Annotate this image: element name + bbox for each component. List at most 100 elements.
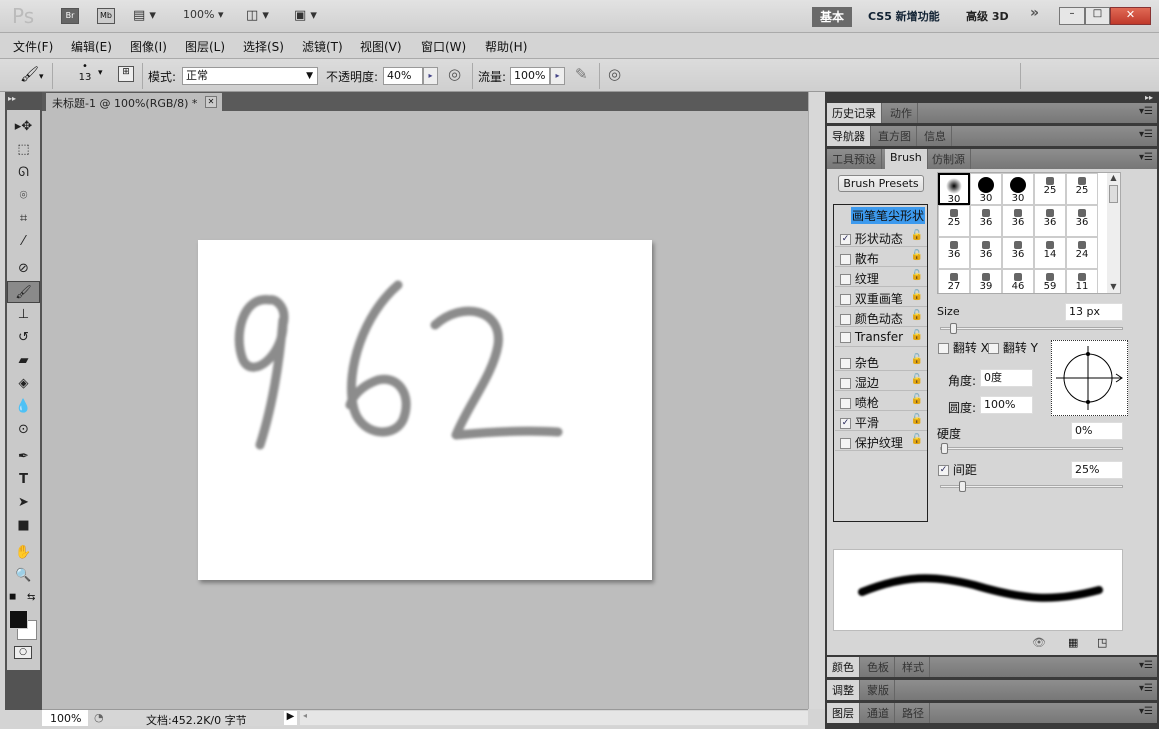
hardness-input[interactable]: 0%	[1071, 422, 1123, 440]
size-slider-knob[interactable]	[949, 323, 957, 334]
brush-preset[interactable]: 25	[1066, 173, 1098, 205]
lock-icon[interactable]: 🔓	[911, 230, 923, 241]
tab-history[interactable]: 历史记录	[827, 103, 882, 123]
brush-option-checkbox[interactable]	[840, 398, 851, 409]
tab-adjustments[interactable]: 调整	[827, 680, 860, 700]
brush-picker-arrow-icon[interactable]: ▾	[98, 68, 103, 78]
tab-color[interactable]: 颜色	[827, 657, 860, 677]
brush-option-item[interactable]: 保护纹理 🔓	[835, 431, 927, 451]
dodge-tool-icon[interactable]: ⊙	[7, 419, 40, 441]
tab-masks[interactable]: 蒙版	[862, 680, 895, 700]
brush-preset[interactable]: 36	[1066, 205, 1098, 237]
zoom-level-dropdown[interactable]: 100% ▾	[183, 8, 223, 21]
brush-option-item[interactable]: 湿边 🔓	[835, 371, 927, 391]
tab-brush[interactable]: Brush	[885, 149, 928, 169]
brush-tool-icon[interactable]: 🖌	[7, 281, 40, 303]
brush-option-item[interactable]: 颜色动态 🔓	[835, 307, 927, 327]
path-select-tool-icon[interactable]: ➤	[7, 492, 40, 514]
tab-actions[interactable]: 动作	[885, 103, 918, 123]
lock-icon[interactable]: 🔓	[911, 310, 923, 321]
screen-mode-icon[interactable]: ▣ ▾	[294, 8, 317, 23]
presets-scrollbar[interactable]: ▲ ▼	[1107, 173, 1120, 293]
brush-preset[interactable]: 27	[938, 269, 970, 293]
tab-tool-presets[interactable]: 工具预设	[827, 149, 882, 169]
eraser-tool-icon[interactable]: ▰	[7, 350, 40, 372]
brush-preset[interactable]: 59	[1034, 269, 1066, 293]
angle-roundness-preview[interactable]	[1051, 340, 1128, 416]
lock-icon[interactable]: 🔓	[911, 290, 923, 301]
workspace-essentials[interactable]: 基本	[812, 7, 852, 27]
tab-swatches[interactable]: 色板	[862, 657, 895, 677]
brush-preset[interactable]: 36	[970, 237, 1002, 269]
lock-icon[interactable]: 🔓	[911, 270, 923, 281]
brush-preset[interactable]: 36	[1034, 205, 1066, 237]
arrange-documents-icon[interactable]: ◫ ▾	[246, 8, 269, 23]
close-document-icon[interactable]: ✕	[205, 96, 217, 108]
menu-select[interactable]: 选择(S)	[243, 38, 284, 55]
maximize-button[interactable]: □	[1085, 7, 1110, 25]
lasso-tool-icon[interactable]: ᘏ	[7, 162, 40, 184]
lock-icon[interactable]: 🔓	[911, 250, 923, 261]
brush-preset[interactable]: 30	[1002, 173, 1034, 205]
paint-bucket-tool-icon[interactable]: ◈	[7, 373, 40, 395]
size-input[interactable]: 13 px	[1065, 303, 1123, 321]
mode-select[interactable]: 正常 ▼	[182, 67, 318, 85]
new-brush-icon[interactable]: ◳	[1097, 636, 1107, 649]
brush-option-checkbox[interactable]	[840, 438, 851, 449]
brush-option-item[interactable]: 纹理 🔓	[835, 267, 927, 287]
spacing-checkbox[interactable]: ✓ 间距	[938, 461, 977, 478]
brush-preset[interactable]: 39	[970, 269, 1002, 293]
brush-presets-button[interactable]: Brush Presets	[838, 175, 924, 192]
tab-paths[interactable]: 路径	[897, 703, 930, 723]
brush-preset[interactable]: 36	[1002, 237, 1034, 269]
collapse-toolbox-icon[interactable]: ▸▸	[8, 94, 16, 103]
tab-histogram[interactable]: 直方图	[873, 126, 917, 146]
default-colors-icon[interactable]: ◼	[9, 592, 16, 602]
brush-option-item[interactable]: ✓ 平滑 🔓	[835, 411, 927, 431]
horizontal-scrollbar[interactable]: ◂	[300, 711, 808, 725]
panel-menu-icon[interactable]: ▾☰	[1139, 152, 1153, 163]
brush-option-checkbox[interactable]	[840, 358, 851, 369]
more-workspaces-icon[interactable]: »	[1030, 5, 1039, 21]
flow-input[interactable]: 100%	[510, 67, 550, 85]
type-tool-icon[interactable]: T	[7, 469, 40, 491]
spacing-slider[interactable]	[940, 481, 1123, 492]
brush-preset[interactable]: 14	[1034, 237, 1066, 269]
airbrush-icon[interactable]: ✎	[575, 65, 588, 83]
spot-healing-tool-icon[interactable]: ⊘	[7, 258, 40, 280]
clone-stamp-tool-icon[interactable]: ⊥	[7, 304, 40, 326]
angle-input[interactable]: 0度	[980, 369, 1033, 387]
lock-icon[interactable]: 🔓	[911, 414, 923, 425]
brush-option-item[interactable]: 喷枪 🔓	[835, 391, 927, 411]
brush-tip-shape-item[interactable]: 画笔笔尖形状	[851, 207, 926, 224]
bridge-button[interactable]: Br	[61, 8, 79, 24]
menu-image[interactable]: 图像(I)	[130, 38, 167, 55]
hardness-slider-knob[interactable]	[941, 443, 948, 454]
lock-icon[interactable]: 🔓	[911, 330, 923, 341]
quick-mask-icon[interactable]: ○	[14, 646, 32, 659]
blur-tool-icon[interactable]: 💧	[7, 396, 40, 418]
close-button[interactable]: ✕	[1110, 7, 1151, 25]
document-canvas[interactable]	[198, 240, 652, 580]
tablet-opacity-icon[interactable]: ◎	[448, 65, 461, 83]
flip-x-checkbox[interactable]: 翻转 X	[938, 339, 989, 356]
brush-option-item[interactable]: ✓ 形状动态 🔓	[835, 227, 927, 247]
menu-layer[interactable]: 图层(L)	[185, 38, 225, 55]
lock-icon[interactable]: 🔓	[911, 374, 923, 385]
eyedropper-tool-icon[interactable]: ⁄	[7, 231, 40, 253]
tab-navigator[interactable]: 导航器	[827, 126, 871, 146]
mini-bridge-button[interactable]: Mb	[97, 8, 115, 24]
brush-option-checkbox[interactable]	[840, 314, 851, 325]
opacity-slider-arrow[interactable]: ▸	[423, 67, 438, 85]
brush-option-checkbox[interactable]	[840, 274, 851, 285]
rectangle-tool-icon[interactable]: ■	[7, 515, 40, 537]
brush-option-item[interactable]: 双重画笔 🔓	[835, 287, 927, 307]
zoom-tool-icon[interactable]: 🔍	[7, 565, 40, 587]
toggle-brush-panel-icon[interactable]: ⊞	[118, 66, 134, 82]
panel-menu-icon[interactable]: ▾☰	[1139, 706, 1153, 717]
brush-preset[interactable]: 36	[938, 237, 970, 269]
status-zoom-field[interactable]: 100%	[42, 710, 88, 726]
brush-option-checkbox[interactable]: ✓	[840, 234, 851, 245]
tab-channels[interactable]: 通道	[862, 703, 895, 723]
move-tool-icon[interactable]: ▸✥	[7, 116, 40, 138]
